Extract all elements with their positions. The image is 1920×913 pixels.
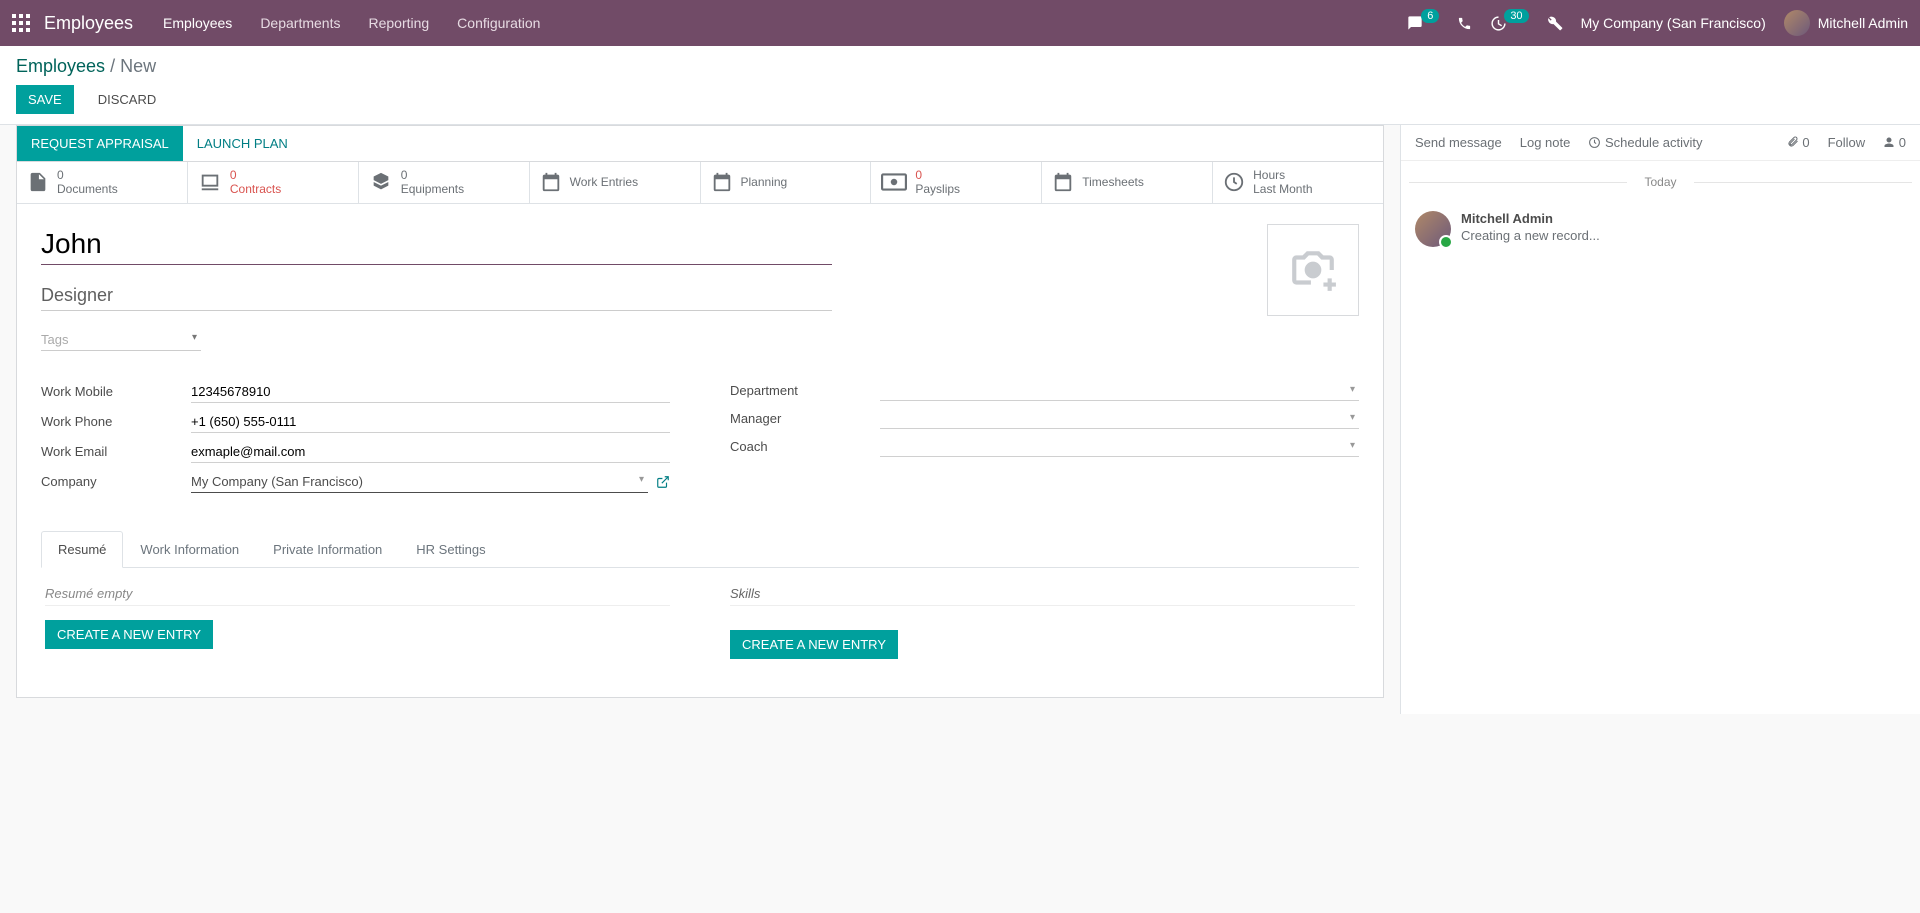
breadcrumb-root[interactable]: Employees (16, 56, 105, 76)
form-sheet: Request Appraisal Launch Plan 0Documents… (16, 125, 1384, 698)
stat-documents[interactable]: 0Documents (17, 162, 188, 203)
attachments-button[interactable]: 0 (1787, 135, 1810, 150)
today-separator: Today (1401, 175, 1920, 189)
file-icon (27, 170, 49, 194)
breadcrumb-current: New (120, 56, 156, 76)
nav-departments[interactable]: Departments (260, 15, 340, 31)
messaging-icon[interactable]: 6 (1406, 15, 1439, 31)
stat-buttons: 0Documents 0Contracts 0Equipments Work E… (17, 162, 1383, 204)
schedule-activity-button[interactable]: Schedule activity (1588, 135, 1702, 150)
tab-hr-settings[interactable]: HR Settings (399, 531, 502, 568)
messaging-badge: 6 (1421, 9, 1439, 23)
followers-button[interactable]: 0 (1883, 135, 1906, 150)
calendar-icon (1052, 171, 1074, 193)
breadcrumb: Employees / New (16, 56, 1904, 77)
nav-right: 6 30 My Company (San Francisco) Mitchell… (1406, 10, 1908, 36)
message-author: Mitchell Admin (1461, 211, 1600, 226)
stat-timesheets[interactable]: Timesheets (1042, 162, 1213, 203)
job-title-input[interactable] (41, 281, 832, 311)
skills-title: Skills (730, 586, 1355, 606)
top-navbar: Employees Employees Departments Reportin… (0, 0, 1920, 46)
nav-configuration[interactable]: Configuration (457, 15, 540, 31)
tab-private-info[interactable]: Private Information (256, 531, 399, 568)
control-panel: Employees / New Save Discard (0, 46, 1920, 125)
company-switcher[interactable]: My Company (San Francisco) (1581, 15, 1766, 31)
work-phone-input[interactable] (191, 411, 670, 433)
follow-button[interactable]: Follow (1828, 135, 1866, 150)
book-icon (198, 171, 222, 193)
phone-icon[interactable] (1457, 16, 1472, 31)
stat-contracts[interactable]: 0Contracts (188, 162, 359, 203)
create-skill-entry-button[interactable]: Create a new entry (730, 630, 898, 659)
stat-payslips[interactable]: 0Payslips (871, 162, 1042, 203)
resume-empty-text: Resumé empty (45, 586, 670, 606)
tab-work-info[interactable]: Work Information (123, 531, 256, 568)
request-appraisal-button[interactable]: Request Appraisal (17, 126, 183, 161)
company-label: Company (41, 474, 191, 489)
discard-button[interactable]: Discard (86, 85, 169, 114)
coach-label: Coach (730, 439, 880, 454)
stat-equipments[interactable]: 0Equipments (359, 162, 530, 203)
nav-employees[interactable]: Employees (163, 15, 232, 31)
save-button[interactable]: Save (16, 85, 74, 114)
form-tabs: Resumé Work Information Private Informat… (41, 531, 1359, 568)
calendar-icon (711, 171, 733, 193)
work-email-label: Work Email (41, 444, 191, 459)
employee-name-input[interactable] (41, 224, 832, 265)
coach-select[interactable] (880, 437, 1359, 457)
user-name: Mitchell Admin (1818, 15, 1908, 31)
activities-icon[interactable]: 30 (1490, 15, 1528, 32)
launch-plan-button[interactable]: Launch Plan (183, 126, 302, 161)
manager-select[interactable] (880, 409, 1359, 429)
work-mobile-input[interactable] (191, 381, 670, 403)
user-menu[interactable]: Mitchell Admin (1784, 10, 1908, 36)
activities-badge: 30 (1504, 9, 1528, 23)
message-text: Creating a new record... (1461, 228, 1600, 243)
calendar-icon (540, 171, 562, 193)
money-icon (881, 173, 907, 191)
apps-icon[interactable] (12, 14, 30, 32)
department-label: Department (730, 383, 880, 398)
chatter-panel: Send message Log note Schedule activity … (1400, 125, 1920, 714)
clock-icon (1223, 171, 1245, 193)
stat-planning[interactable]: Planning (701, 162, 872, 203)
stat-hours-last-month[interactable]: HoursLast Month (1213, 162, 1383, 203)
cubes-icon (369, 171, 393, 193)
send-message-button[interactable]: Send message (1415, 135, 1502, 150)
app-brand: Employees (44, 13, 133, 34)
tab-resume[interactable]: Resumé (41, 531, 123, 568)
work-mobile-label: Work Mobile (41, 384, 191, 399)
company-select[interactable]: My Company (San Francisco) (191, 471, 648, 493)
external-link-icon[interactable] (656, 475, 670, 489)
message-avatar (1415, 211, 1451, 247)
tags-input[interactable]: Tags (41, 329, 201, 351)
chatter-message: Mitchell Admin Creating a new record... (1401, 203, 1920, 255)
debug-icon[interactable] (1547, 15, 1563, 31)
nav-reporting[interactable]: Reporting (368, 15, 429, 31)
stat-work-entries[interactable]: Work Entries (530, 162, 701, 203)
manager-label: Manager (730, 411, 880, 426)
user-avatar (1784, 10, 1810, 36)
nav-menu: Employees Departments Reporting Configur… (163, 15, 540, 31)
employee-image-upload[interactable] (1267, 224, 1359, 316)
log-note-button[interactable]: Log note (1520, 135, 1571, 150)
work-phone-label: Work Phone (41, 414, 191, 429)
department-select[interactable] (880, 381, 1359, 401)
work-email-input[interactable] (191, 441, 670, 463)
create-resume-entry-button[interactable]: Create a new entry (45, 620, 213, 649)
